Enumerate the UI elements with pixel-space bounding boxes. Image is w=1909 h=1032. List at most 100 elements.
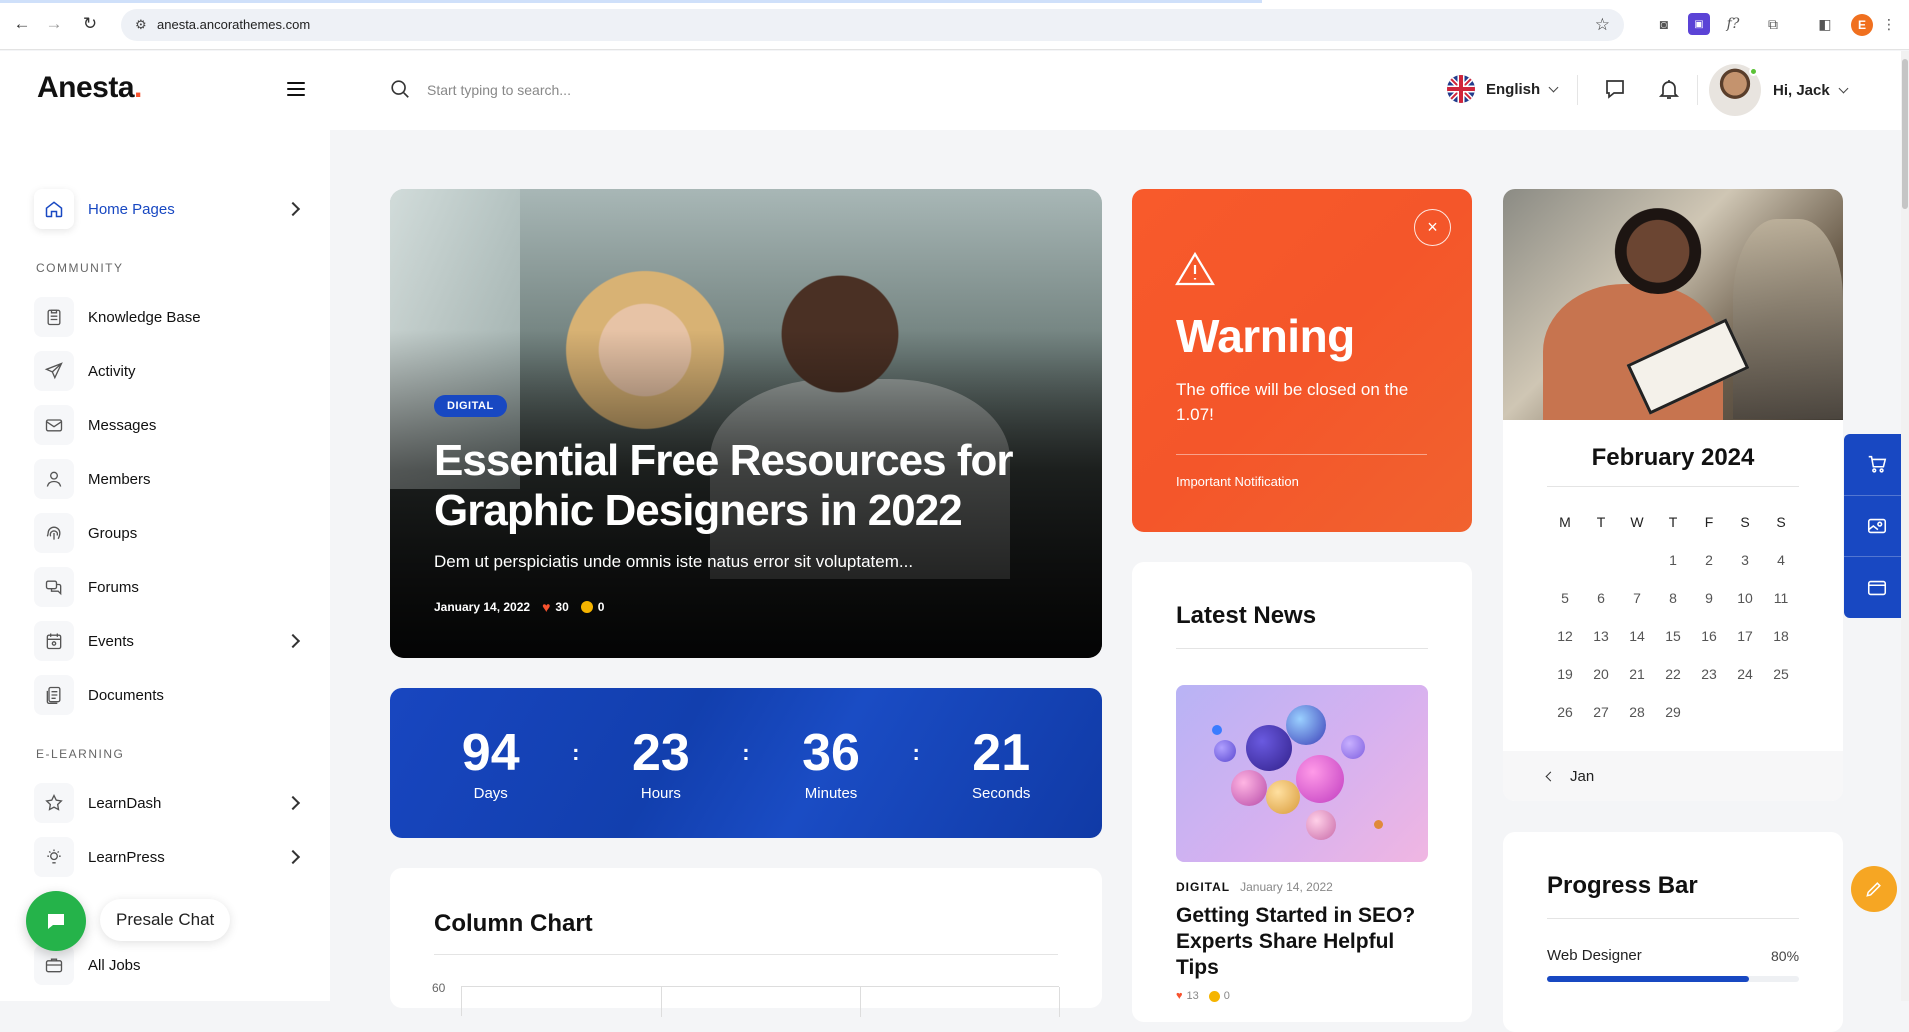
notifications-bell-icon[interactable]	[1655, 75, 1683, 103]
calendar-prev-month[interactable]: Jan	[1503, 751, 1843, 801]
page-scrollbar[interactable]	[1901, 51, 1909, 1001]
lightbulb-icon	[34, 837, 74, 877]
reload-icon[interactable]: ↻	[80, 14, 100, 34]
close-icon[interactable]: ×	[1414, 209, 1451, 246]
edit-pencil-button[interactable]	[1851, 866, 1897, 912]
warning-note: Important Notification	[1176, 474, 1299, 489]
sidebar-item-knowledge-base[interactable]: Knowledge Base	[34, 297, 304, 337]
chevron-right-icon	[285, 201, 301, 217]
news-category[interactable]: DIGITAL	[1176, 880, 1230, 894]
calendar-day[interactable]: 14	[1619, 628, 1655, 644]
browser-window-icon[interactable]	[1844, 557, 1909, 618]
comment-icon[interactable]	[580, 601, 593, 613]
calendar-day[interactable]: 7	[1619, 590, 1655, 606]
forward-icon[interactable]: →	[44, 14, 64, 34]
brand-logo[interactable]: Anesta.	[37, 71, 142, 105]
formula-extension-icon[interactable]: f?	[1722, 13, 1744, 35]
sidebar-item-members[interactable]: Members	[34, 459, 304, 499]
url-text[interactable]: anesta.ancorathemes.com	[157, 17, 310, 32]
calendar-day[interactable]: 6	[1583, 590, 1619, 606]
calendar-day[interactable]: 24	[1727, 666, 1763, 682]
progress-fill	[1547, 976, 1749, 982]
calendar-day[interactable]: 12	[1547, 628, 1583, 644]
sidebar-item-messages[interactable]: Messages	[34, 405, 304, 445]
heart-icon[interactable]: ♥	[1176, 990, 1183, 1002]
presale-chat-button[interactable]	[26, 891, 86, 951]
y-axis-tick-label: 60	[432, 981, 446, 995]
chevron-down-icon	[1838, 83, 1849, 93]
sidebar-item-home-pages[interactable]: Home Pages	[34, 189, 304, 229]
star-icon	[34, 783, 74, 823]
camera-extension-icon[interactable]: ◙	[1653, 13, 1675, 35]
messages-icon[interactable]	[1601, 75, 1629, 103]
sidebar-item-groups[interactable]: Groups	[34, 513, 304, 553]
calendar-day[interactable]: 23	[1691, 666, 1727, 682]
sidebar-item-activity[interactable]: Activity	[34, 351, 304, 391]
calendar-day[interactable]: 4	[1763, 552, 1799, 568]
calendar-day[interactable]: 3	[1727, 552, 1763, 568]
user-menu[interactable]: Hi, Jack	[1709, 64, 1849, 116]
sidebar-item-events[interactable]: Events	[34, 621, 304, 661]
calendar-day[interactable]: 13	[1583, 628, 1619, 644]
sidebar-item-all-jobs[interactable]: All Jobs	[34, 945, 304, 985]
calendar-day[interactable]: 1	[1655, 552, 1691, 568]
clipboard-icon	[34, 297, 74, 337]
heart-icon[interactable]: ♥	[542, 599, 550, 615]
calendar-day[interactable]: 18	[1763, 628, 1799, 644]
document-icon	[34, 675, 74, 715]
calendar-icon	[34, 621, 74, 661]
side-panel-icon[interactable]: ◧	[1814, 13, 1836, 35]
calendar-day[interactable]: 28	[1619, 704, 1655, 720]
calendar-day[interactable]: 25	[1763, 666, 1799, 682]
news-headline[interactable]: Getting Started in SEO? Experts Share He…	[1176, 903, 1426, 981]
comment-icon[interactable]	[1208, 990, 1220, 1002]
image-gallery-icon[interactable]	[1844, 496, 1909, 558]
calendar-day[interactable]: 10	[1727, 590, 1763, 606]
calendar-day[interactable]: 11	[1763, 590, 1799, 606]
site-settings-icon[interactable]: ⚙	[135, 17, 151, 33]
bookmark-star-icon[interactable]: ☆	[1595, 15, 1610, 35]
scrollbar-thumb[interactable]	[1902, 59, 1908, 209]
sidebar-item-forums[interactable]: Forums	[34, 567, 304, 607]
calendar-day[interactable]: 26	[1547, 704, 1583, 720]
progress-track	[1547, 976, 1799, 982]
calendar-day[interactable]: 8	[1655, 590, 1691, 606]
extensions-puzzle-icon[interactable]: ⧉	[1762, 13, 1784, 35]
calendar-day[interactable]: 2	[1691, 552, 1727, 568]
presale-chat-label[interactable]: Presale Chat	[100, 899, 231, 941]
calendar-day[interactable]: 27	[1583, 704, 1619, 720]
header-divider	[1577, 75, 1578, 105]
browser-profile-avatar[interactable]: E	[1851, 14, 1873, 36]
browser-menu-icon[interactable]: ⋮	[1878, 13, 1900, 35]
sidebar-item-documents[interactable]: Documents	[34, 675, 304, 715]
extension-badge-icon[interactable]: ▣	[1688, 13, 1710, 35]
cart-icon[interactable]	[1844, 434, 1909, 496]
calendar-day[interactable]: 22	[1655, 666, 1691, 682]
calendar-day[interactable]: 15	[1655, 628, 1691, 644]
sidebar-item-learndash[interactable]: LearnDash	[34, 783, 304, 823]
calendar-day[interactable]: 16	[1691, 628, 1727, 644]
category-badge[interactable]: DIGITAL	[434, 395, 507, 417]
search-icon[interactable]	[389, 78, 411, 100]
progress-value: 80%	[1771, 948, 1800, 964]
back-icon[interactable]: ←	[12, 14, 32, 34]
calendar-weekday: M	[1559, 514, 1571, 530]
calendar-day[interactable]: 9	[1691, 590, 1727, 606]
calendar-day[interactable]: 29	[1655, 704, 1691, 720]
calendar-day[interactable]: 20	[1583, 666, 1619, 682]
address-bar[interactable]: ⚙ anesta.ancorathemes.com ☆	[121, 9, 1624, 41]
featured-post-title[interactable]: Essential Free Resources for Graphic Des…	[434, 436, 1074, 536]
featured-post-card[interactable]: DIGITAL Essential Free Resources for Gra…	[390, 189, 1102, 658]
news-thumbnail[interactable]	[1176, 685, 1428, 862]
menu-toggle-icon[interactable]	[287, 82, 305, 96]
calendar-day[interactable]: 19	[1547, 666, 1583, 682]
search-input[interactable]	[427, 78, 827, 102]
sidebar-item-learnpress[interactable]: LearnPress	[34, 837, 304, 877]
calendar-day[interactable]: 17	[1727, 628, 1763, 644]
avatar[interactable]	[1709, 64, 1761, 116]
post-date: January 14, 2022	[434, 600, 531, 614]
section-label-e-learning: E-LEARNING	[36, 747, 125, 761]
calendar-day[interactable]: 21	[1619, 666, 1655, 682]
language-selector[interactable]: English	[1447, 75, 1559, 103]
calendar-day[interactable]: 5	[1547, 590, 1583, 606]
